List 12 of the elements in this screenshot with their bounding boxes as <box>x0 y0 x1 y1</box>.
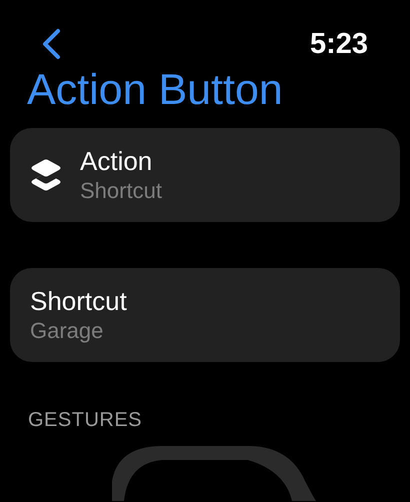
section-header: GESTURES <box>27 408 144 432</box>
settings-row[interactable]: Shortcut Garage <box>10 268 400 362</box>
row-subtitle: Garage <box>30 317 104 345</box>
settings-row[interactable]: Action Shortcut <box>10 128 400 222</box>
page-title: Action Button <box>26 65 284 116</box>
row-subtitle: Shortcut <box>80 177 162 205</box>
status-time: 5:23 <box>310 30 368 58</box>
layers-icon <box>30 158 62 192</box>
back-button[interactable] <box>40 28 62 60</box>
row-title: Shortcut <box>30 285 127 317</box>
row-title: Action <box>80 145 154 177</box>
back-icon <box>40 28 62 60</box>
